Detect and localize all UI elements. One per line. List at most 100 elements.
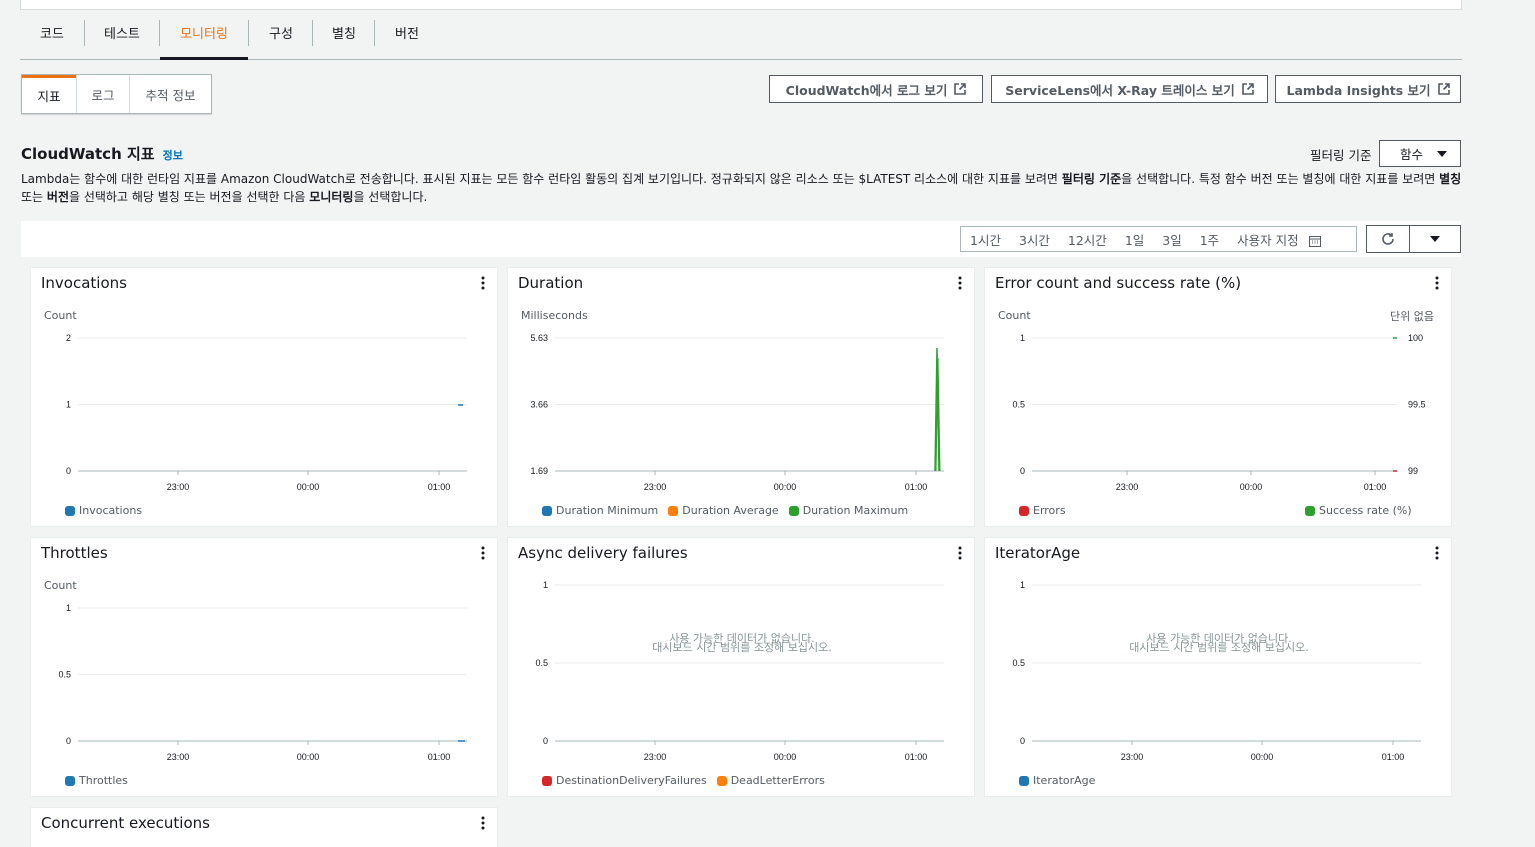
refresh-button[interactable]: [1367, 226, 1410, 252]
tab-test[interactable]: 테스트: [85, 18, 159, 59]
time-range-12h[interactable]: 12시간: [1059, 230, 1116, 249]
legend-item[interactable]: Duration Average: [668, 504, 779, 517]
y-tick-label: 0.5: [58, 670, 71, 680]
function-tabs: 코드 테스트 모니터링 구성 별칭 버전: [20, 18, 1462, 60]
chart-canvas: 1 100 0.5 99.5 0 99 23:00 00:00 01:00: [1012, 333, 1425, 492]
section-title: CloudWatch 지표: [21, 145, 155, 163]
time-range-bar: 1시간 3시간 12시간 1일 3일 1주 사용자 지정: [21, 221, 1461, 257]
more-options-icon[interactable]: [1431, 276, 1443, 290]
x-tick-label: 01:00: [428, 752, 451, 762]
desc-text: Lambda는 함수에 대한 런타임 지표를 Amazon CloudWatch…: [21, 172, 1062, 186]
tab-aliases[interactable]: 별칭: [313, 18, 375, 59]
y-tick-label: 0: [543, 736, 548, 746]
time-range-1h[interactable]: 1시간: [961, 230, 1010, 249]
time-range-1d[interactable]: 1일: [1116, 230, 1153, 249]
more-options-icon[interactable]: [477, 276, 489, 290]
legend-item[interactable]: Success rate (%): [1305, 504, 1412, 517]
legend-label: Invocations: [79, 504, 143, 517]
chart-legend: Duration Minimum Duration Average Durati…: [542, 504, 908, 517]
x-tick-label: 01:00: [905, 752, 928, 762]
legend-item[interactable]: Throttles: [65, 774, 128, 787]
button-label: ServiceLens에서 X-Ray 트레이스 보기: [1005, 82, 1235, 98]
time-range-custom[interactable]: 사용자 지정: [1228, 230, 1329, 249]
x-tick-label: 01:00: [428, 482, 451, 492]
y-tick-label: 2: [66, 333, 71, 343]
y-tick-label: 0.5: [1012, 400, 1025, 410]
y-axis-label: Count: [998, 309, 1031, 322]
panel-title: Duration: [518, 274, 584, 292]
y-axis-label: Count: [44, 579, 77, 592]
view-xray-traces-button[interactable]: ServiceLens에서 X-Ray 트레이스 보기: [991, 75, 1268, 103]
view-cloudwatch-logs-button[interactable]: CloudWatch에서 로그 보기: [769, 75, 983, 103]
legend-swatch: [1305, 505, 1315, 516]
legend-swatch: [1019, 505, 1029, 516]
x-tick-label: 00:00: [297, 752, 320, 762]
tab-configuration[interactable]: 구성: [249, 18, 313, 59]
legend-label: Success rate (%): [1319, 504, 1412, 517]
legend-item[interactable]: DeadLetterErrors: [716, 774, 825, 787]
more-options-icon[interactable]: [954, 276, 966, 290]
more-options-icon[interactable]: [477, 816, 489, 830]
x-tick-label: 00:00: [774, 752, 797, 762]
panel-title: Concurrent executions: [41, 814, 210, 832]
y-tick-label: 1.69: [530, 466, 548, 476]
legend-label: Duration Minimum: [556, 504, 659, 517]
time-range-1w[interactable]: 1주: [1191, 230, 1228, 249]
legend-swatch: [542, 775, 552, 786]
x-tick-label: 23:00: [1121, 752, 1144, 762]
legend-item[interactable]: DestinationDeliveryFailures: [542, 774, 707, 787]
tab-versions[interactable]: 버전: [375, 18, 439, 59]
desc-bold: 모니터링: [309, 190, 354, 204]
subtab-traces[interactable]: 추적 정보: [130, 75, 211, 113]
y-tick-label: 1: [543, 580, 548, 590]
legend-item[interactable]: IteratorAge: [1019, 774, 1095, 787]
legend-item[interactable]: Errors: [1019, 504, 1066, 517]
more-options-icon[interactable]: [954, 546, 966, 560]
no-data-hint: 대시보드 시간 범위를 조정해 보십시오.: [1129, 641, 1309, 654]
chart-legend: DestinationDeliveryFailures DeadLetterEr…: [542, 774, 825, 787]
legend-label: Duration Average: [682, 504, 779, 517]
x-tick-label: 00:00: [1240, 482, 1263, 492]
legend-swatch: [788, 505, 799, 516]
legend-label: DestinationDeliveryFailures: [556, 774, 707, 787]
refresh-group: [1366, 225, 1461, 253]
chart-canvas: 1 0.5 0 23:00 00:00 01:00: [58, 603, 467, 762]
desc-bold: 필터링 기준: [1061, 172, 1122, 186]
chart-legend-right: Success rate (%): [1305, 504, 1412, 517]
more-options-icon[interactable]: [1431, 546, 1443, 560]
tab-monitoring[interactable]: 모니터링: [160, 18, 248, 60]
subtab-metrics[interactable]: 지표: [22, 75, 76, 113]
info-link[interactable]: 정보: [163, 147, 183, 163]
view-lambda-insights-button[interactable]: Lambda Insights 보기: [1275, 75, 1461, 103]
x-tick-label: 23:00: [167, 482, 190, 492]
panel-async-delivery-failures: 1 0.5 0 23:00 00:00 01:00 Async delivery fail…: [507, 537, 975, 797]
more-options-icon[interactable]: [477, 546, 489, 560]
desc-text: 을 선택합니다.: [353, 190, 428, 204]
y-tick-label: 0: [66, 736, 71, 746]
legend-item[interactable]: Duration Maximum: [788, 504, 909, 517]
chart-canvas: 2 1 0 23:00 00:00 01:00: [66, 333, 467, 492]
refresh-interval-dropdown[interactable]: [1410, 226, 1460, 252]
panel-title: Error count and success rate (%): [995, 274, 1242, 292]
tab-code[interactable]: 코드: [20, 18, 84, 59]
panel-error-success: 1 100 0.5 99.5 0 99 23:00 00:00 01:00 Error coun…: [984, 267, 1452, 527]
x-tick-label: 00:00: [774, 482, 797, 492]
x-tick-label: 01:00: [1382, 752, 1405, 762]
y-axis-label: Milliseconds: [521, 309, 588, 322]
monitoring-subtabs: 지표 로그 추적 정보: [21, 74, 212, 114]
chart-legend: Errors: [1019, 504, 1066, 517]
calendar-icon: [1308, 236, 1321, 247]
subtab-logs[interactable]: 로그: [77, 75, 129, 113]
legend-item[interactable]: Invocations: [65, 504, 142, 517]
legend-swatch: [1019, 775, 1029, 786]
legend-item[interactable]: Duration Minimum: [542, 504, 658, 517]
legend-label: Duration Maximum: [802, 504, 909, 517]
x-tick-label: 01:00: [905, 482, 928, 492]
filter-select[interactable]: 함수: [1379, 140, 1461, 167]
time-range-3d[interactable]: 3일: [1153, 230, 1190, 249]
panel-invocations: 2 1 0 23:00 00:00 01:00 Invocations Count Inv…: [30, 267, 498, 527]
time-range-3h[interactable]: 3시간: [1010, 230, 1059, 249]
chart-canvas: 5.63 3.66 1.69 23:00 00:00 01:00: [530, 333, 944, 492]
y-tick-label: 0: [1020, 466, 1025, 476]
external-link-icon: [1437, 83, 1450, 95]
